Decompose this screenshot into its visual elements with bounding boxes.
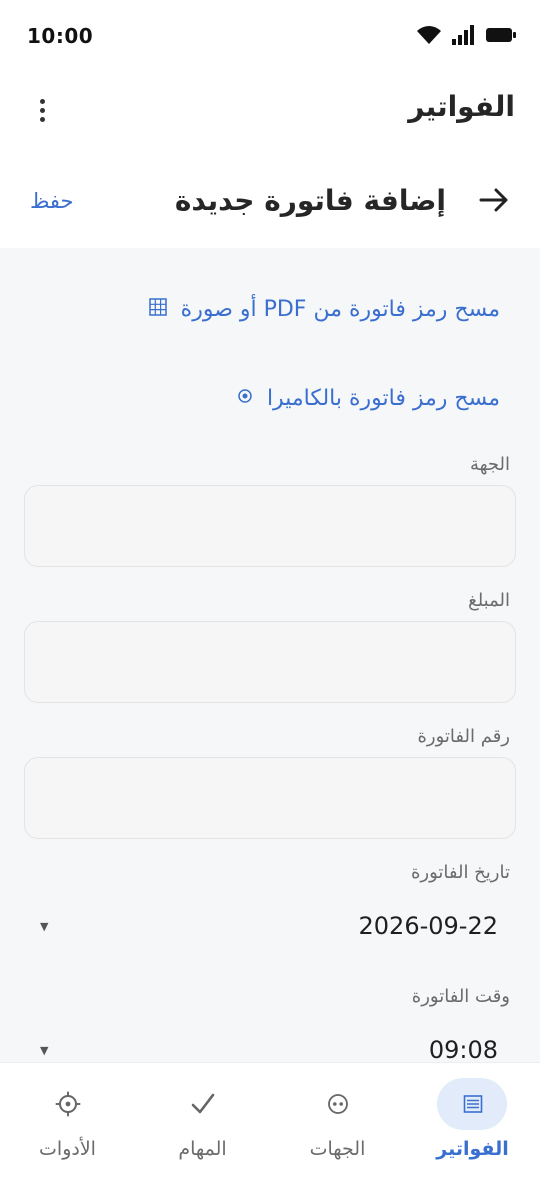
invoice-number-label: رقم الفاتورة	[417, 726, 510, 747]
camera-scan-icon	[237, 388, 253, 408]
nav-item-tools[interactable]: الأدوات	[0, 1063, 135, 1181]
invoice-date-picker[interactable]: 2026-09-22 ▼	[24, 904, 516, 950]
grid-scan-icon	[148, 298, 167, 320]
form-header: إضافة فاتورة جديدة حفظ	[0, 160, 540, 246]
bottom-navigation: الفواتير الجهات المهام الأدوات	[0, 1062, 540, 1181]
app-bar: الفواتير	[0, 72, 540, 148]
nav-item-entities[interactable]: الجهات	[270, 1063, 405, 1181]
scan-camera-label: مسح رمز فاتورة بالكاميرا	[266, 385, 500, 411]
invoices-icon	[405, 1087, 540, 1121]
nav-item-invoices[interactable]: الفواتير	[405, 1063, 540, 1181]
signal-icon	[452, 25, 476, 49]
entities-icon	[270, 1087, 405, 1121]
save-button[interactable]: حفظ	[30, 189, 74, 213]
wifi-icon	[416, 25, 442, 49]
nav-label-entities: الجهات	[309, 1138, 366, 1160]
nav-item-tasks[interactable]: المهام	[135, 1063, 270, 1181]
app-title: الفواتير	[408, 90, 515, 123]
entity-field[interactable]	[24, 485, 516, 567]
scan-from-file-button[interactable]: مسح رمز فاتورة من PDF أو صورة	[148, 289, 500, 329]
invoice-time-value: 09:08	[428, 1036, 498, 1064]
battery-icon	[486, 27, 516, 47]
more-options-icon[interactable]	[28, 94, 56, 126]
nav-label-invoices: الفواتير	[436, 1138, 509, 1160]
invoice-date-value: 2026-09-22	[358, 912, 498, 940]
invoice-time-label: وقت الفاتورة	[411, 986, 510, 1007]
back-arrow-icon[interactable]	[478, 184, 510, 216]
status-time: 10:00	[27, 24, 94, 48]
dropdown-arrow-icon: ▼	[40, 920, 49, 933]
nav-label-tasks: المهام	[178, 1138, 227, 1160]
amount-label: المبلغ	[468, 590, 510, 611]
tasks-check-icon	[135, 1087, 270, 1121]
dropdown-arrow-icon: ▼	[40, 1044, 49, 1057]
invoice-number-field[interactable]	[24, 757, 516, 839]
tools-gear-icon	[0, 1087, 135, 1121]
invoice-date-label: تاريخ الفاتورة	[410, 862, 510, 883]
amount-field[interactable]	[24, 621, 516, 703]
status-icons	[416, 25, 516, 49]
status-bar: 10:00	[0, 0, 540, 72]
form-title: إضافة فاتورة جديدة	[174, 184, 446, 217]
entity-label: الجهة	[469, 454, 510, 475]
scan-from-file-label: مسح رمز فاتورة من PDF أو صورة	[180, 296, 500, 322]
scan-camera-button[interactable]: مسح رمز فاتورة بالكاميرا	[237, 378, 500, 418]
nav-label-tools: الأدوات	[39, 1138, 96, 1160]
